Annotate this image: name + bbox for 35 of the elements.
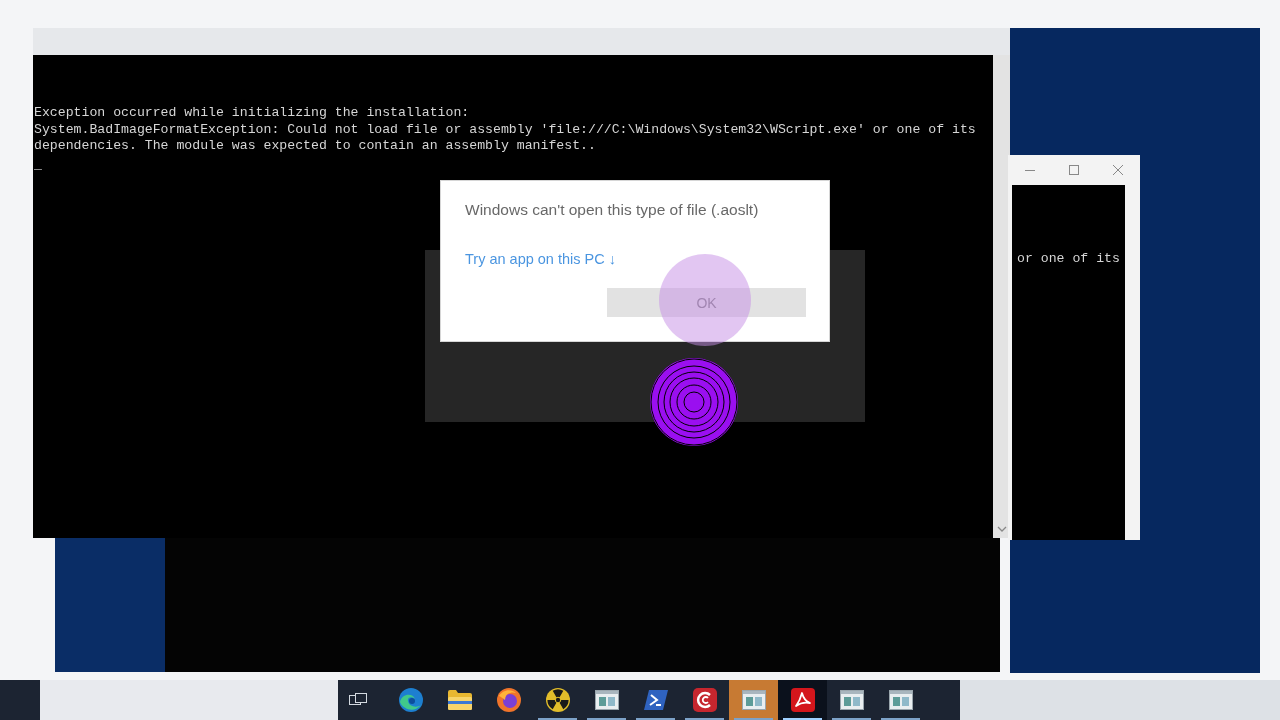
console-line: or one of its (1017, 251, 1121, 268)
click-marker-icon (659, 254, 751, 346)
console-cursor: _ (34, 156, 43, 173)
running-indicator (587, 718, 626, 720)
task-view-icon[interactable] (348, 693, 367, 707)
minimize-icon[interactable] (1025, 169, 1035, 171)
window-icon[interactable] (888, 688, 913, 712)
console-line: Exception occurred while initializing the installation: (34, 105, 471, 122)
scrollbar[interactable] (993, 55, 1010, 538)
try-app-link[interactable]: Try an app on this PC ↓ (465, 249, 616, 269)
window-icon[interactable] (839, 688, 864, 712)
running-indicator (881, 718, 920, 720)
maximize-icon[interactable] (1069, 165, 1079, 175)
console-line: dependencies. The module was expected to contain an assembly manifest.. (34, 138, 597, 155)
window-icon[interactable] (594, 688, 619, 712)
radiation-icon[interactable] (545, 688, 570, 712)
running-indicator (734, 718, 773, 720)
letter-c-logo-icon[interactable] (692, 688, 717, 712)
running-indicator (685, 718, 724, 720)
running-indicator (636, 718, 675, 720)
running-indicator (832, 718, 871, 720)
terminal-icon[interactable] (643, 688, 668, 712)
click-marker-icon (650, 358, 738, 446)
swirl-logo-icon[interactable] (398, 688, 423, 712)
document-logo-icon[interactable] (790, 688, 815, 712)
search-field[interactable] (40, 680, 338, 720)
running-indicator (538, 718, 577, 720)
folder-icon[interactable] (447, 688, 472, 712)
scroll-down-icon[interactable] (996, 526, 1007, 532)
taskbar-button[interactable] (778, 680, 827, 720)
running-indicator (783, 718, 822, 720)
close-icon[interactable] (1113, 165, 1123, 175)
fox-logo-icon[interactable] (496, 688, 521, 712)
dialog-title: Windows can't open this type of file (.aoslt) (465, 200, 759, 220)
console-line: System.BadImageFormatException: Could not load file or assembly 'file:///C:\Windows\System32\WScript.exe' or one of its (34, 121, 977, 138)
